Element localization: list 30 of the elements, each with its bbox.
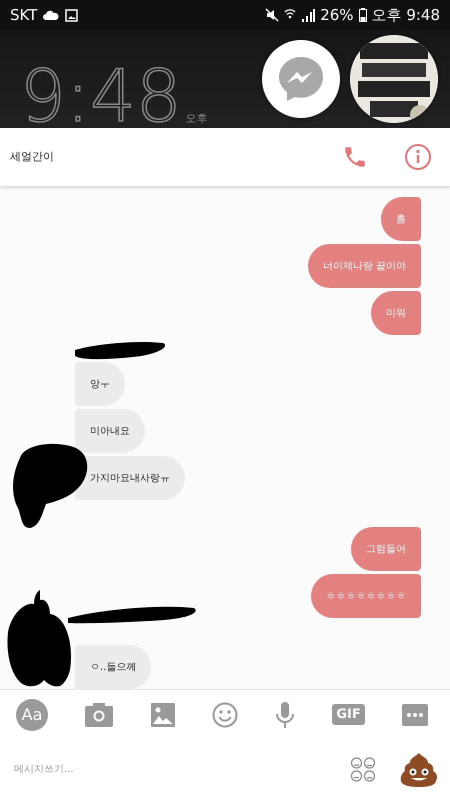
lock-ampm: 오후 bbox=[186, 111, 208, 126]
message-bubble: ㅇ..들으께 bbox=[75, 644, 152, 689]
battery-percent: 26% bbox=[320, 6, 354, 24]
emoji-faces-icon[interactable] bbox=[350, 756, 376, 784]
chat-title: 세얼간이 bbox=[10, 149, 54, 164]
image-icon[interactable] bbox=[150, 702, 175, 727]
signal-icon bbox=[301, 8, 316, 22]
camera-icon[interactable] bbox=[85, 702, 114, 727]
carrier-name: SKT bbox=[10, 6, 38, 24]
info-icon[interactable] bbox=[404, 142, 432, 171]
message-bubble: 앙ㅜ bbox=[75, 362, 125, 406]
message-bubble: 너이제나랑 끝이야 bbox=[308, 244, 421, 288]
clock-time: 오후 9:48 bbox=[372, 6, 440, 24]
more-icon[interactable] bbox=[402, 704, 428, 726]
smiley-icon[interactable] bbox=[212, 702, 238, 728]
message-bubble: 흠 bbox=[381, 196, 421, 241]
message-bubble: 미워 bbox=[371, 290, 421, 335]
gif-button[interactable]: GIF bbox=[332, 704, 365, 726]
mute-icon bbox=[265, 8, 280, 22]
battery-icon bbox=[358, 8, 367, 22]
poop-emoji-icon[interactable] bbox=[400, 752, 438, 788]
text-style-button[interactable]: Aa bbox=[16, 698, 48, 731]
lock-clock: 9:48 bbox=[20, 60, 182, 132]
message-bubble: 그럼들어 bbox=[351, 526, 421, 571]
image-icon bbox=[65, 8, 78, 22]
microphone-icon[interactable] bbox=[275, 702, 296, 728]
cloud-icon bbox=[43, 10, 60, 20]
message-bubble: 미아내요 bbox=[75, 408, 145, 453]
message-bubble: ㅎㅎㅎㅎㅎㅎㅎㅎ bbox=[311, 574, 421, 618]
message-input[interactable]: 메시지쓰기... bbox=[14, 764, 326, 776]
